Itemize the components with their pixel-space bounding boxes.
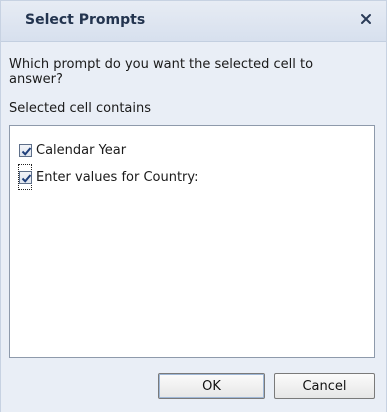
country-checkbox[interactable]	[19, 170, 32, 184]
ok-button[interactable]: OK	[158, 373, 265, 399]
calendar-year-checkbox[interactable]	[19, 143, 32, 157]
list-item-label: Enter values for Country:	[36, 169, 199, 185]
cancel-button[interactable]: Cancel	[274, 373, 375, 399]
checkmark-icon	[21, 146, 32, 156]
list-item-label: Calendar Year	[36, 142, 127, 158]
select-prompts-dialog: Select Prompts Which prompt do you want …	[0, 0, 387, 412]
close-icon[interactable]	[358, 11, 374, 27]
prompt-list[interactable]: Calendar Year Enter values for Country:	[9, 125, 375, 358]
checkmark-icon	[21, 173, 32, 183]
list-item[interactable]: Calendar Year	[19, 140, 126, 160]
prompt-question: Which prompt do you want the selected ce…	[9, 57, 314, 87]
list-item[interactable]: Enter values for Country:	[19, 167, 199, 187]
title-bar: Select Prompts	[1, 1, 386, 42]
dialog-title: Select Prompts	[25, 12, 146, 28]
selected-cell-label: Selected cell contains	[9, 101, 152, 116]
